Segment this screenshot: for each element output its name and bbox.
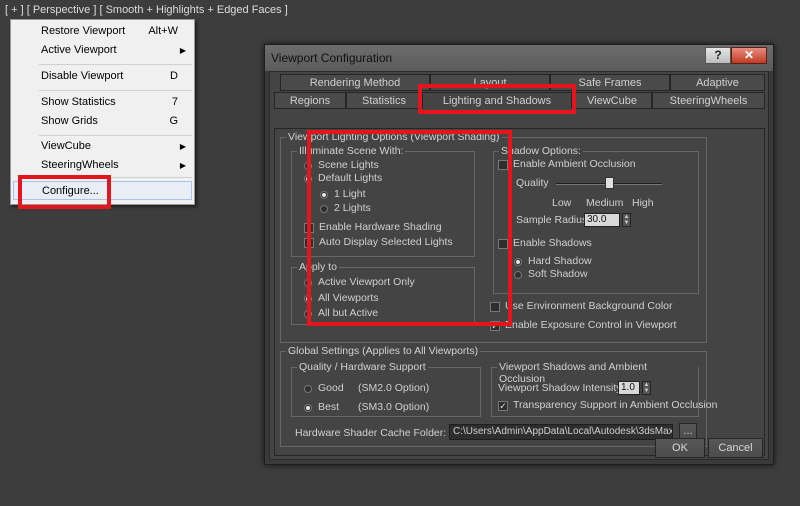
- enable-exposure-control-label: Enable Exposure Control in Viewport: [505, 319, 677, 331]
- viewport-shadow-intensity-label: Viewport Shadow Intensity: [498, 382, 622, 394]
- quality-high-label: High: [632, 197, 654, 209]
- menu-item-shortcut: 7: [171, 96, 178, 108]
- hard-shadow-radio[interactable]: [514, 258, 522, 266]
- dialog-title: Viewport Configuration: [265, 45, 773, 71]
- menu-item-show-statistics[interactable]: Show Statistics 7: [13, 93, 192, 112]
- menu-item-restore-viewport[interactable]: Restore Viewport Alt+W: [13, 22, 192, 41]
- tab-adaptive-degradation[interactable]: Adaptive Degradation: [670, 74, 765, 106]
- transparency-support-label: Transparency Support in Ambient Occlusio…: [513, 399, 718, 411]
- menu-item-label: Restore Viewport: [41, 25, 126, 37]
- quality-low-label: Low: [552, 197, 572, 209]
- enable-ambient-occlusion-label: Enable Ambient Occlusion: [513, 158, 636, 170]
- highlight-box-lighting-options: [307, 130, 512, 326]
- viewport-shadow-intensity-spinner[interactable]: ▲ ▼: [642, 381, 651, 395]
- submenu-arrow-icon: ▶: [179, 46, 186, 55]
- shadow-options-group: Shadow Options: Enable Ambient Occlusion…: [493, 145, 699, 294]
- good-quality-option: (SM2.0 Option): [358, 382, 430, 394]
- quality-label: Quality: [516, 177, 549, 189]
- viewport-shadow-intensity-input[interactable]: 1.0: [618, 381, 640, 395]
- cancel-button[interactable]: Cancel: [708, 438, 763, 458]
- hardware-shader-cache-path[interactable]: C:\Users\Admin\AppData\Local\Autodesk\3d…: [449, 424, 673, 440]
- menu-item-label: Show Grids: [41, 115, 98, 127]
- tab-regions[interactable]: Regions: [274, 92, 346, 109]
- menu-separator: [39, 135, 192, 136]
- tab-viewcube[interactable]: ViewCube: [572, 92, 652, 109]
- menu-item-steeringwheels[interactable]: SteeringWheels ▶: [13, 156, 192, 175]
- sample-radius-label: Sample Radius: [516, 214, 588, 226]
- transparency-support-checkbox[interactable]: ✓: [498, 401, 508, 411]
- submenu-arrow-icon: ▶: [179, 161, 186, 170]
- menu-item-label: Show Statistics: [41, 96, 116, 108]
- help-button[interactable]: ?: [705, 47, 731, 64]
- sample-radius-spinner[interactable]: ▲ ▼: [622, 213, 631, 227]
- good-quality-radio[interactable]: [304, 385, 312, 393]
- sample-radius-input[interactable]: 30.0: [584, 213, 620, 227]
- menu-item-shortcut: Alt+W: [148, 25, 178, 37]
- best-quality-option: (SM3.0 Option): [358, 401, 430, 413]
- best-quality-radio[interactable]: [304, 404, 312, 412]
- tab-steeringwheels[interactable]: SteeringWheels: [652, 92, 765, 109]
- enable-shadows-label: Enable Shadows: [513, 237, 592, 249]
- group-title: Global Settings (Applies to All Viewport…: [286, 345, 481, 357]
- submenu-arrow-icon: ▶: [179, 142, 186, 151]
- menu-item-label: ViewCube: [41, 140, 91, 152]
- menu-item-show-grids[interactable]: Show Grids G: [13, 112, 192, 131]
- ok-button[interactable]: OK: [655, 438, 705, 458]
- menu-item-shortcut: D: [170, 70, 178, 82]
- use-environment-background-label: Use Environment Background Color: [505, 300, 673, 312]
- menu-separator: [39, 64, 192, 65]
- menu-item-label: Active Viewport: [41, 44, 117, 56]
- global-settings-group: Global Settings (Applies to All Viewport…: [280, 345, 717, 447]
- tab-statistics[interactable]: Statistics: [346, 92, 422, 109]
- soft-shadow-label: Soft Shadow: [528, 268, 588, 280]
- group-title: Quality / Hardware Support: [297, 361, 428, 373]
- good-quality-label: Good: [318, 382, 344, 394]
- soft-shadow-radio[interactable]: [514, 271, 522, 279]
- menu-item-label: SteeringWheels: [41, 159, 119, 171]
- menu-separator: [39, 90, 192, 91]
- hardware-shader-cache-label: Hardware Shader Cache Folder:: [295, 427, 447, 439]
- quality-medium-label: Medium: [586, 197, 624, 209]
- menu-item-active-viewport[interactable]: Active Viewport ▶: [13, 41, 192, 60]
- highlight-box-configure: [18, 175, 111, 209]
- close-icon: ✕: [743, 48, 755, 62]
- quality-slider-handle[interactable]: [604, 177, 614, 189]
- quality-hardware-support-group: Quality / Hardware Support Good (SM2.0 O…: [291, 361, 481, 417]
- close-button[interactable]: ✕: [731, 47, 767, 64]
- tab-rendering-method[interactable]: Rendering Method: [280, 74, 430, 91]
- menu-item-viewcube[interactable]: ViewCube ▶: [13, 137, 192, 156]
- hard-shadow-label: Hard Shadow: [528, 255, 592, 267]
- menu-item-label: Disable Viewport: [41, 70, 124, 82]
- viewport-shadows-ao-group: Viewport Shadows and Ambient Occlusion V…: [491, 361, 717, 417]
- menu-item-disable-viewport[interactable]: Disable Viewport D: [13, 67, 192, 86]
- best-quality-label: Best: [318, 401, 340, 413]
- menu-item-shortcut: G: [169, 115, 178, 127]
- highlight-box-lighting-tab: [418, 84, 576, 114]
- viewport-label[interactable]: [ + ] [ Perspective ] [ Smooth + Highlig…: [5, 4, 288, 16]
